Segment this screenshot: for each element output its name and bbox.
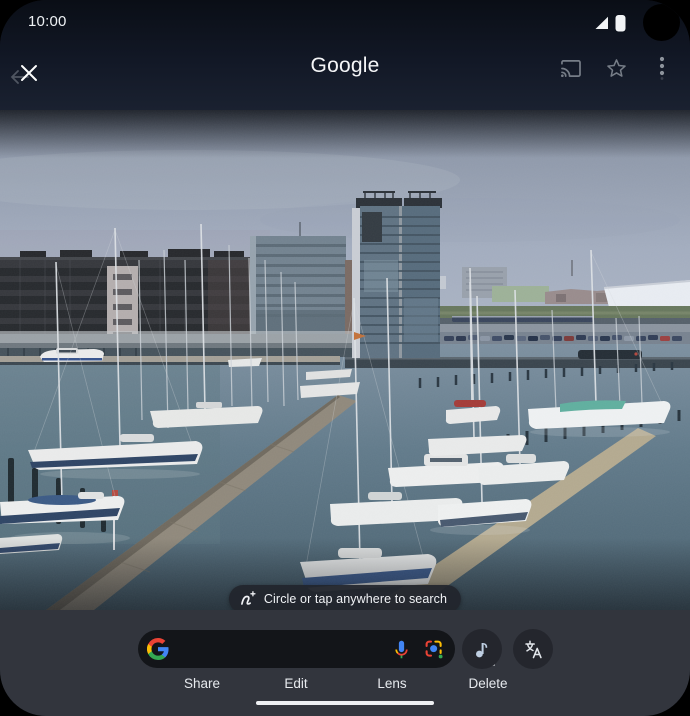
photo-image[interactable] [0,110,690,610]
edit-button[interactable]: Edit [284,676,307,691]
signal-icon [594,16,610,30]
battery-icon [615,14,626,32]
camera-cutout [643,4,680,41]
delete-button[interactable]: Delete [468,676,507,691]
star-icon [606,58,627,78]
lens-button[interactable]: Lens [377,676,406,691]
overflow-menu-icon [659,56,665,80]
status-icons [594,14,626,32]
app-bar: Google [0,44,690,107]
search-input[interactable] [138,630,455,668]
top-chrome: 10:00 [0,0,690,110]
overflow-menu-button[interactable] [648,54,676,82]
share-button[interactable]: Share [184,676,220,691]
google-g-logo [147,638,169,660]
status-bar: 10:00 [0,0,690,44]
translate-button[interactable] [513,629,553,669]
circle-to-search-tooltip: Circle or tap anywhere to search [229,585,461,613]
screen: 10:00 [0,0,690,716]
status-time: 10:00 [28,13,67,30]
song-search-button[interactable] [462,629,502,669]
cast-icon [559,59,582,78]
music-note-icon [473,639,491,659]
cast-button[interactable] [556,54,584,82]
translate-icon [523,639,544,660]
circle-gesture-icon [239,590,257,608]
google-lens-icon [424,639,445,660]
device-frame: 10:00 [0,0,690,716]
lens-search-button[interactable] [424,639,445,660]
home-indicator[interactable] [256,701,434,705]
favorite-button[interactable] [602,54,630,82]
voice-search-button[interactable] [391,639,412,660]
mic-icon [391,639,412,660]
tooltip-text: Circle or tap anywhere to search [264,592,447,606]
